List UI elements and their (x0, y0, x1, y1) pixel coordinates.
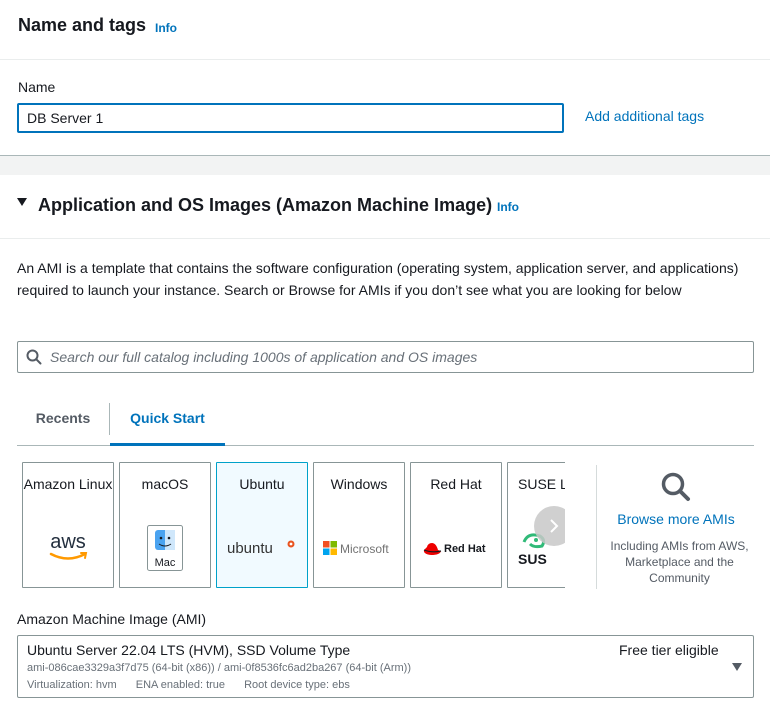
microsoft-logo-icon: Microsoft (314, 525, 404, 571)
ami-info-link[interactable]: Info (497, 200, 519, 214)
ami-search-input[interactable] (50, 342, 750, 372)
os-card-red-hat[interactable]: Red Hat Red Hat (410, 462, 502, 588)
chevron-right-icon (550, 519, 559, 533)
chevron-down-icon[interactable] (732, 663, 742, 671)
ami-panel: Application and OS Images (Amazon Machin… (0, 175, 770, 709)
ami-root-device: Root device type: ebs (244, 679, 350, 691)
ami-ena: ENA enabled: true (135, 679, 226, 691)
mac-logo-text: Mac (155, 557, 176, 569)
os-card-carousel: Amazon Linux aws macOS Mac Ubuntu ubuntu… (22, 462, 565, 588)
ami-select-label: Amazon Machine Image (AMI) (17, 611, 207, 627)
tab-quick-start[interactable]: Quick Start (110, 400, 225, 446)
os-card-label: Amazon Linux (23, 476, 113, 492)
os-card-label: Windows (330, 476, 388, 492)
os-card-label: Red Hat (430, 476, 482, 492)
caret-down-icon[interactable] (17, 198, 27, 206)
os-card-ubuntu[interactable]: Ubuntu ubuntu (216, 462, 308, 588)
name-and-tags-info-link[interactable]: Info (155, 21, 177, 35)
free-tier-badge: Free tier eligible (619, 642, 719, 658)
ami-tabs: Recents Quick Start (17, 400, 754, 446)
os-card-amazon-linux[interactable]: Amazon Linux aws (22, 462, 114, 588)
name-and-tags-title: Name and tags (18, 15, 147, 35)
ubuntu-logo-text: ubuntu (227, 540, 273, 557)
ami-search-box[interactable] (17, 341, 754, 373)
name-and-tags-header: Name and tags Info (0, 0, 770, 60)
name-label: Name (18, 79, 56, 95)
ami-selected-title: Ubuntu Server 22.04 LTS (HVM), SSD Volum… (27, 642, 351, 658)
ami-section-title[interactable]: Application and OS Images (Amazon Machin… (38, 195, 492, 216)
search-icon (661, 472, 690, 501)
mac-finder-icon: Mac (120, 525, 210, 571)
browse-more-subtext: Including AMIs from AWS, Marketplace and… (610, 539, 749, 585)
redhat-logo-text: Red Hat (444, 543, 486, 555)
aws-logo-icon: aws (23, 525, 113, 571)
microsoft-logo-text: Microsoft (340, 542, 389, 556)
os-card-windows[interactable]: Windows Microsoft (313, 462, 405, 588)
ami-metadata: Virtualization: hvm ENA enabled: true Ro… (27, 679, 366, 691)
ami-select[interactable]: Ubuntu Server 22.04 LTS (HVM), SSD Volum… (17, 635, 754, 698)
ubuntu-logo-icon: ubuntu (217, 525, 307, 571)
os-card-label: Ubuntu (239, 476, 285, 492)
section-gap (0, 156, 770, 175)
browse-more-amis-link[interactable]: Browse more AMIs (597, 511, 755, 527)
ami-header[interactable]: Application and OS Images (Amazon Machin… (0, 175, 770, 239)
browse-more-amis: Browse more AMIs Including AMIs from AWS… (596, 465, 754, 589)
os-card-label: macOS (141, 476, 189, 492)
os-card-label: SUSE Li (518, 476, 565, 492)
add-additional-tags-link[interactable]: Add additional tags (585, 108, 704, 124)
ami-virtualization: Virtualization: hvm (27, 679, 117, 691)
name-and-tags-panel: Name and tags Info Name Add additional t… (0, 0, 770, 156)
tab-recents[interactable]: Recents (17, 400, 109, 446)
os-card-macos[interactable]: macOS Mac (119, 462, 211, 588)
aws-logo-text: aws (50, 531, 86, 553)
ami-ids: ami-086cae3329a3f7d75 (64-bit (x86)) / a… (27, 662, 411, 674)
ami-description: An AMI is a template that contains the s… (17, 260, 739, 298)
search-icon (26, 349, 42, 365)
suse-logo-text: SUS (518, 551, 547, 567)
redhat-logo-icon: Red Hat (411, 525, 501, 571)
name-input[interactable] (17, 103, 564, 133)
